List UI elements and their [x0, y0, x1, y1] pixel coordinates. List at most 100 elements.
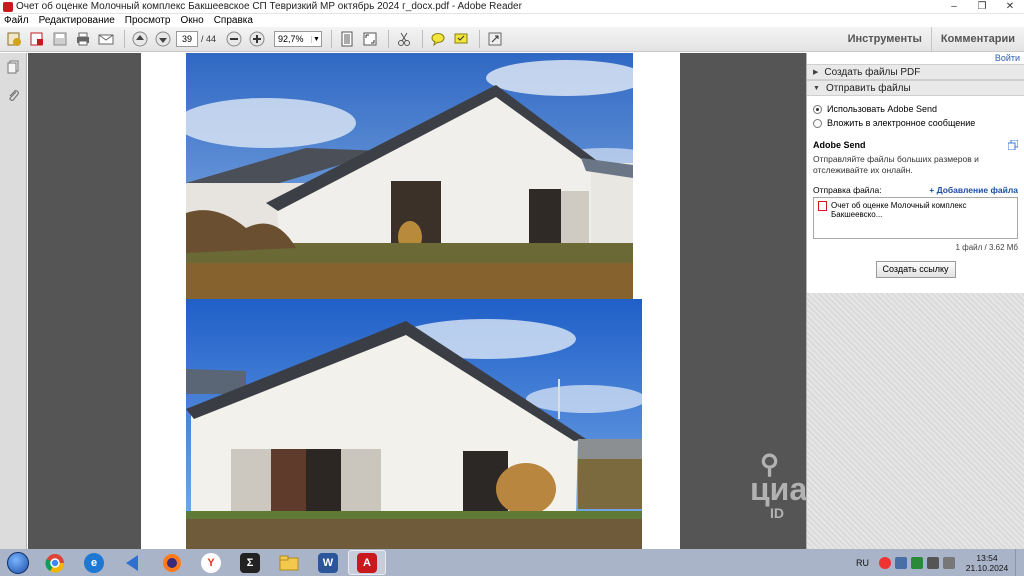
clock[interactable]: 13:54 21.10.2024: [959, 553, 1015, 573]
kotlin-arrow-icon: [126, 554, 138, 571]
adobe-send-heading: Adobe Send: [813, 140, 1018, 150]
tab-tools[interactable]: Инструменты: [839, 27, 931, 52]
page-number-input[interactable]: 39: [176, 31, 198, 47]
adobe-send-title: Adobe Send: [813, 140, 866, 150]
file-send-label: Отправка файла:: [813, 185, 882, 195]
full-screen-icon: [363, 32, 377, 46]
menu-help[interactable]: Справка: [214, 15, 253, 26]
arrow-down-icon: [155, 31, 171, 47]
prev-page-button[interactable]: [130, 29, 150, 49]
radio-adobe-send[interactable]: Использовать Adobe Send: [813, 102, 1018, 116]
radio-email-attach[interactable]: Вложить в электронное сообщение: [813, 116, 1018, 130]
taskbar-ie[interactable]: e: [75, 550, 113, 575]
copy-icon[interactable]: [1008, 140, 1018, 150]
highlight-button[interactable]: [451, 29, 471, 49]
taskbar-word[interactable]: W: [309, 550, 347, 575]
toolbar-separator: [388, 30, 390, 48]
page-thumbnails-button[interactable]: [5, 59, 21, 75]
paperclip-icon: [9, 90, 19, 101]
expand-icon: [488, 32, 502, 46]
language-indicator[interactable]: RU: [856, 558, 869, 568]
section-create-pdf[interactable]: ▶ Создать файлы PDF: [807, 64, 1024, 80]
chevron-down-icon: ▼: [813, 84, 820, 92]
taskbar-adobe-reader[interactable]: A: [348, 550, 386, 575]
taskbar-firefox[interactable]: [153, 550, 191, 575]
comment-icon: [431, 33, 445, 47]
maximize-button[interactable]: ❐: [968, 0, 996, 14]
document-view[interactable]: [28, 53, 806, 549]
taskbar-yandex[interactable]: Y: [192, 550, 230, 575]
radio-button-selected[interactable]: [813, 104, 822, 114]
window-title: Очет об оценке Молочный комплекс Бакшеев…: [16, 1, 522, 12]
clock-date: 21.10.2024: [965, 562, 1009, 573]
yandex-tray-icon[interactable]: [879, 556, 891, 569]
shield-icon[interactable]: [911, 556, 923, 569]
radio-email-label: Вложить в электронное сообщение: [827, 118, 976, 128]
fit-page-button[interactable]: [337, 29, 357, 49]
full-screen-button[interactable]: [360, 29, 380, 49]
chrome-icon: [45, 553, 65, 573]
add-file-link[interactable]: + Добавление файла: [929, 185, 1018, 195]
tab-comments[interactable]: Комментарии: [932, 27, 1024, 52]
taskbar-terminal[interactable]: Σ: [231, 550, 269, 575]
zoom-out-button[interactable]: [224, 29, 244, 49]
chevron-down-icon: ▼: [311, 35, 321, 43]
battery-icon[interactable]: [943, 556, 955, 569]
menu-window[interactable]: Окно: [180, 15, 203, 26]
title-bar: Очет об оценке Молочный комплекс Бакшеев…: [0, 0, 1024, 14]
select-tool-button[interactable]: [394, 29, 414, 49]
login-link[interactable]: Войти: [807, 53, 1024, 64]
create-pdf-icon: [7, 32, 21, 46]
watermark-id: ID: [770, 505, 784, 521]
taskbar-app-arrow[interactable]: [114, 550, 152, 575]
radio-button[interactable]: [813, 118, 822, 128]
toolbar-separator: [331, 30, 333, 48]
toolbar-separator: [479, 30, 481, 48]
email-button[interactable]: [96, 29, 116, 49]
farm-building-photo-top: [186, 53, 633, 299]
taskbar-explorer[interactable]: [270, 550, 308, 575]
radio-adobe-send-label: Использовать Adobe Send: [827, 104, 937, 114]
start-button[interactable]: [0, 549, 36, 576]
menu-edit[interactable]: Редактирование: [39, 15, 115, 26]
folder-icon: [279, 555, 299, 570]
scissors-icon: [398, 32, 411, 46]
create-pdf-button[interactable]: [4, 29, 24, 49]
zoom-in-button[interactable]: [247, 29, 267, 49]
expand-toolbar-button[interactable]: [485, 29, 505, 49]
zoom-select[interactable]: 92,7% ▼: [274, 31, 323, 47]
toolbar-tabs: Инструменты Комментарии: [839, 27, 1024, 52]
attachments-button[interactable]: [5, 87, 21, 103]
adobe-reader-icon: [3, 1, 13, 12]
pdf-page: [141, 53, 680, 549]
save-button[interactable]: [50, 29, 70, 49]
pane-empty-area: [807, 293, 1024, 549]
pdf-file-icon: [818, 201, 827, 211]
print-icon: [77, 32, 89, 46]
file-list-item: Очет об оценке Молочный комплекс Бакшеев…: [831, 201, 967, 219]
section-send-files[interactable]: ▼ Отправить файлы: [807, 80, 1024, 96]
menu-bar: Файл Редактирование Просмотр Окно Справк…: [0, 14, 1024, 27]
toolbar-separator: [422, 30, 424, 48]
volume-icon[interactable]: [927, 556, 939, 569]
create-link-button[interactable]: Создать ссылку: [875, 261, 956, 278]
email-icon: [98, 34, 114, 45]
chevron-right-icon: ▶: [813, 69, 819, 76]
page-total: / 44: [201, 34, 217, 44]
yandex-icon: Y: [201, 552, 221, 573]
send-files-panel: Использовать Adobe Send Вложить в электр…: [807, 96, 1024, 278]
print-button[interactable]: [73, 29, 93, 49]
pages-icon: [7, 60, 19, 74]
open-button[interactable]: [27, 29, 47, 49]
next-page-button[interactable]: [153, 29, 173, 49]
minimize-button[interactable]: –: [940, 0, 968, 14]
show-desktop-button[interactable]: [1015, 549, 1024, 576]
menu-file[interactable]: Файл: [4, 15, 29, 26]
network-icon[interactable]: [895, 556, 907, 569]
menu-view[interactable]: Просмотр: [125, 15, 171, 26]
close-button[interactable]: ✕: [996, 0, 1024, 14]
file-list[interactable]: Очет об оценке Молочный комплекс Бакшеев…: [813, 197, 1018, 239]
right-tools-pane: Войти ▶ Создать файлы PDF ▼ Отправить фа…: [806, 53, 1024, 549]
taskbar-chrome[interactable]: [36, 550, 74, 575]
add-comment-button[interactable]: [428, 29, 448, 49]
